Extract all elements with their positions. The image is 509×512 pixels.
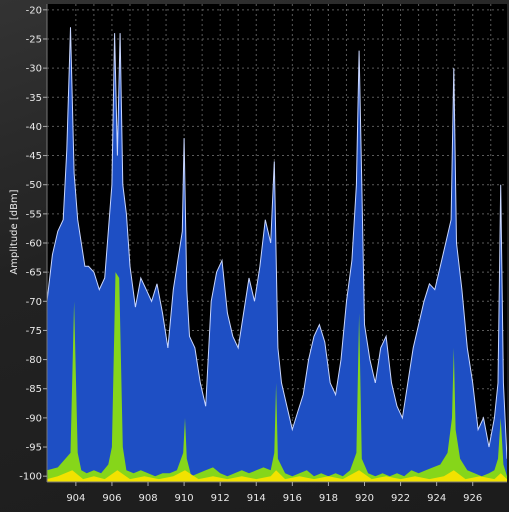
y-tick-label: -45 — [26, 151, 42, 162]
x-tick-label: 926 — [463, 493, 482, 504]
y-tick-label: -25 — [26, 34, 42, 45]
y-axis-label: Amplitude [dBm] — [9, 189, 20, 274]
y-tick-label: -95 — [26, 443, 42, 454]
y-tick-labels: -20 -25 -30 -35 -40 -45 -50 -55 -60 -65 -70 -75 -80 -… — [19, 5, 47, 483]
x-tick-label: 908 — [138, 493, 157, 504]
y-tick-label: -65 — [26, 268, 42, 279]
y-tick-label: -90 — [26, 413, 42, 424]
y-tick-label: -55 — [26, 209, 42, 220]
x-tick-label: 906 — [102, 493, 121, 504]
x-tick-label: 912 — [211, 493, 230, 504]
x-tick-label: 918 — [319, 493, 338, 504]
x-tick-labels: 904 906 908 910 912 914 916 918 920 922 924 926 — [66, 482, 482, 504]
y-tick-label: -70 — [26, 297, 42, 308]
y-tick-label: -35 — [26, 93, 42, 104]
y-tick-label: -80 — [26, 355, 42, 366]
x-tick-label: 904 — [66, 493, 85, 504]
x-tick-label: 916 — [283, 493, 302, 504]
y-tick-label: -60 — [26, 239, 42, 250]
x-tick-label: 920 — [355, 493, 374, 504]
x-tick-label: 922 — [391, 493, 410, 504]
y-tick-label: -20 — [26, 5, 42, 16]
x-tick-label: 924 — [427, 493, 446, 504]
y-tick-label: -100 — [19, 472, 42, 483]
y-tick-label: -50 — [26, 180, 42, 191]
spectrum-chart: -20 -25 -30 -35 -40 -45 -50 -55 -60 -65 -70 -75 -80 -… — [9, 4, 507, 504]
y-tick-label: -75 — [26, 326, 42, 337]
y-tick-label: -30 — [26, 64, 42, 75]
spectrum-analyzer-view: -20 -25 -30 -35 -40 -45 -50 -55 -60 -65 -70 -75 -80 -… — [0, 0, 509, 512]
x-tick-label: 910 — [175, 493, 194, 504]
y-tick-label: -85 — [26, 384, 42, 395]
x-tick-label: 914 — [247, 493, 266, 504]
y-tick-label: -40 — [26, 122, 42, 133]
